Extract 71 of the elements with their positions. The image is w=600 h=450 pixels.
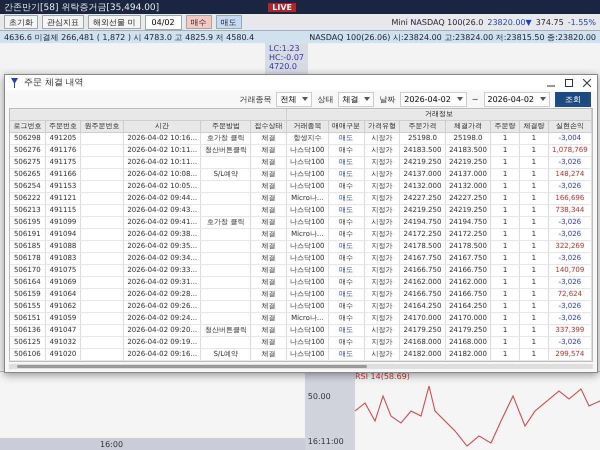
axis-value: 50.00 [308, 392, 332, 401]
toolbar-button[interactable]: 해외선물 미 [88, 15, 141, 29]
empty-table-cell [201, 253, 252, 265]
empty-table-cell [81, 289, 124, 301]
empty-table-cell [81, 205, 124, 217]
window-title: 간존만기[58] 위탁증거금[35,494.00] [4, 2, 160, 14]
indicator-value: HC:-0.07 [269, 53, 304, 62]
close-icon[interactable] [583, 78, 591, 86]
quote-line: 4636.6 미결제 266,481 ( 1,872 ) 시 4783.0 고 4825.9 저 4580.4 [4, 32, 254, 42]
empty-table-cell [201, 205, 252, 217]
buy-button[interactable]: 매수 [186, 15, 212, 29]
empty-table-cell [81, 145, 124, 157]
empty-table-cell [81, 181, 124, 193]
empty-table-cell [201, 193, 252, 205]
filter-dropdown[interactable]: 전체 [276, 92, 312, 106]
date-field[interactable]: 04/02 [144, 14, 182, 30]
caret-icon [540, 97, 546, 101]
time-label: 16:11:00 [308, 437, 345, 446]
rate-text: -1.55% [568, 18, 596, 26]
empty-table-cell [81, 301, 124, 313]
empty-table-cell [81, 349, 124, 361]
empty-table-cell [201, 313, 252, 325]
indicator-value: 4720.0 [269, 62, 298, 71]
maximize-icon[interactable] [565, 78, 573, 86]
empty-table-cell [81, 133, 124, 145]
rsi-label: RSI 14(58.69) [355, 372, 411, 381]
empty-table-cell [201, 181, 252, 193]
sell-button[interactable]: 매도 [216, 15, 242, 29]
empty-table-cell [81, 265, 124, 277]
caret-icon [456, 97, 463, 101]
caret-icon [302, 97, 308, 101]
toolbar-button[interactable]: 관심지표 [42, 15, 84, 29]
empty-table-cell [81, 217, 124, 229]
symbol-name: Mini NASDAQ 100(26.0 [391, 18, 484, 26]
empty-table-cell [81, 253, 124, 265]
funnel-icon [11, 78, 18, 88]
indicator-value: LC:1.23 [269, 44, 301, 53]
quote-line: NASDAQ 100(26.06) 시:23824.00 고:23824.00 저:23815.50 종:23820.00 [309, 32, 596, 42]
empty-table-cell [201, 289, 252, 301]
live-badge: LIVE [268, 2, 296, 12]
empty-table-cell [81, 169, 124, 181]
empty-table-cell [201, 337, 252, 349]
empty-table-cell [201, 157, 252, 169]
empty-table-cell [81, 337, 124, 349]
range-separator: ~ [472, 94, 478, 104]
filter-label: 상태 [317, 94, 334, 104]
change-text: 374.75 [536, 18, 564, 26]
empty-table-cell [81, 229, 124, 241]
empty-table-cell [81, 277, 124, 289]
empty-table-cell [201, 301, 252, 313]
empty-table-cell [201, 277, 252, 289]
filter-label: 거래종목 [239, 94, 272, 104]
empty-table-cell [201, 229, 252, 241]
date-dropdown[interactable]: 2026-04-02 [484, 92, 550, 106]
toolbar-button[interactable]: 초기화 [4, 15, 38, 29]
dialog-title: 주문 체결 내역 [24, 77, 84, 89]
search-button[interactable]: 조회 [555, 92, 591, 106]
empty-table-cell [81, 241, 124, 253]
empty-table-cell [81, 325, 124, 337]
caret-icon [364, 97, 370, 101]
empty-table-cell [81, 193, 124, 205]
horizontal-scrollbar[interactable] [9, 364, 593, 369]
time-label: 16:00 [100, 440, 124, 448]
empty-table-cell [81, 157, 124, 169]
empty-table-cell [201, 265, 252, 277]
empty-table-cell [201, 241, 252, 253]
empty-table-cell [81, 313, 124, 325]
date-label: 날짜 [379, 94, 396, 104]
filter-dropdown[interactable]: 체결 [338, 92, 374, 106]
date-dropdown[interactable]: 2026-04-02 [400, 92, 467, 106]
price-text: 23820.00▼ [487, 18, 532, 26]
